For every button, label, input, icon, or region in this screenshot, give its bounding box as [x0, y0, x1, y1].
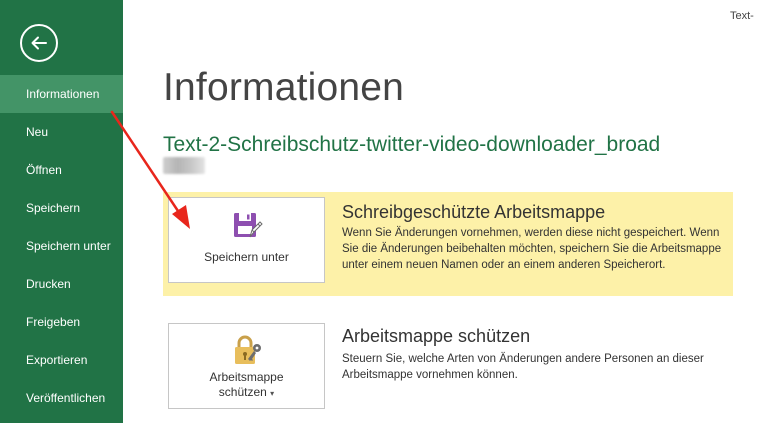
- protect-workbook-label: Arbeitsmappe schützen ▾: [209, 370, 283, 401]
- nav-item-oeffnen[interactable]: Öffnen: [0, 151, 123, 189]
- protect-label-line2: schützen: [218, 385, 267, 399]
- protect-label-line1: Arbeitsmappe: [209, 370, 284, 384]
- nav-item-informationen[interactable]: Informationen: [0, 75, 123, 113]
- dropdown-caret-icon: ▾: [270, 389, 275, 398]
- protect-section: Arbeitsmappe schützen ▾ Arbeitsmappe sch…: [163, 318, 733, 418]
- readonly-section: Speichern unter Schreibgeschützte Arbeit…: [163, 192, 733, 296]
- save-as-button[interactable]: Speichern unter: [168, 197, 325, 283]
- readonly-title: Schreibgeschützte Arbeitsmappe: [342, 202, 606, 222]
- nav-item-veroeffentlichen[interactable]: Veröffentlichen: [0, 379, 123, 417]
- nav-item-drucken[interactable]: Drucken: [0, 265, 123, 303]
- protect-workbook-button[interactable]: Arbeitsmappe schützen ▾: [168, 323, 325, 409]
- backstage-nav: Informationen Neu Öffnen Speichern Speic…: [0, 75, 123, 417]
- back-arrow-icon: [31, 36, 47, 50]
- backstage-sidebar: Informationen Neu Öffnen Speichern Speic…: [0, 0, 123, 423]
- readonly-description: Wenn Sie Änderungen vornehmen, werden di…: [342, 227, 722, 271]
- document-path-redacted: [163, 157, 205, 174]
- document-name: Text-2-Schreibschutz-twitter-video-downl…: [163, 133, 661, 156]
- nav-item-exportieren[interactable]: Exportieren: [0, 341, 123, 379]
- save-as-label: Speichern unter: [204, 250, 289, 264]
- window-title: Text-: [730, 10, 754, 22]
- save-as-icon: [233, 213, 263, 238]
- nav-item-neu[interactable]: Neu: [0, 113, 123, 151]
- nav-item-freigeben[interactable]: Freigeben: [0, 303, 123, 341]
- protect-title: Arbeitsmappe schützen: [342, 326, 531, 346]
- lock-key-icon: [234, 335, 261, 364]
- nav-item-speichern-unter[interactable]: Speichern unter: [0, 227, 123, 265]
- back-button[interactable]: [20, 24, 58, 62]
- page-title: Informationen: [163, 66, 405, 109]
- protect-description: Steuern Sie, welche Arten von Änderungen…: [342, 353, 704, 381]
- nav-item-speichern[interactable]: Speichern: [0, 189, 123, 227]
